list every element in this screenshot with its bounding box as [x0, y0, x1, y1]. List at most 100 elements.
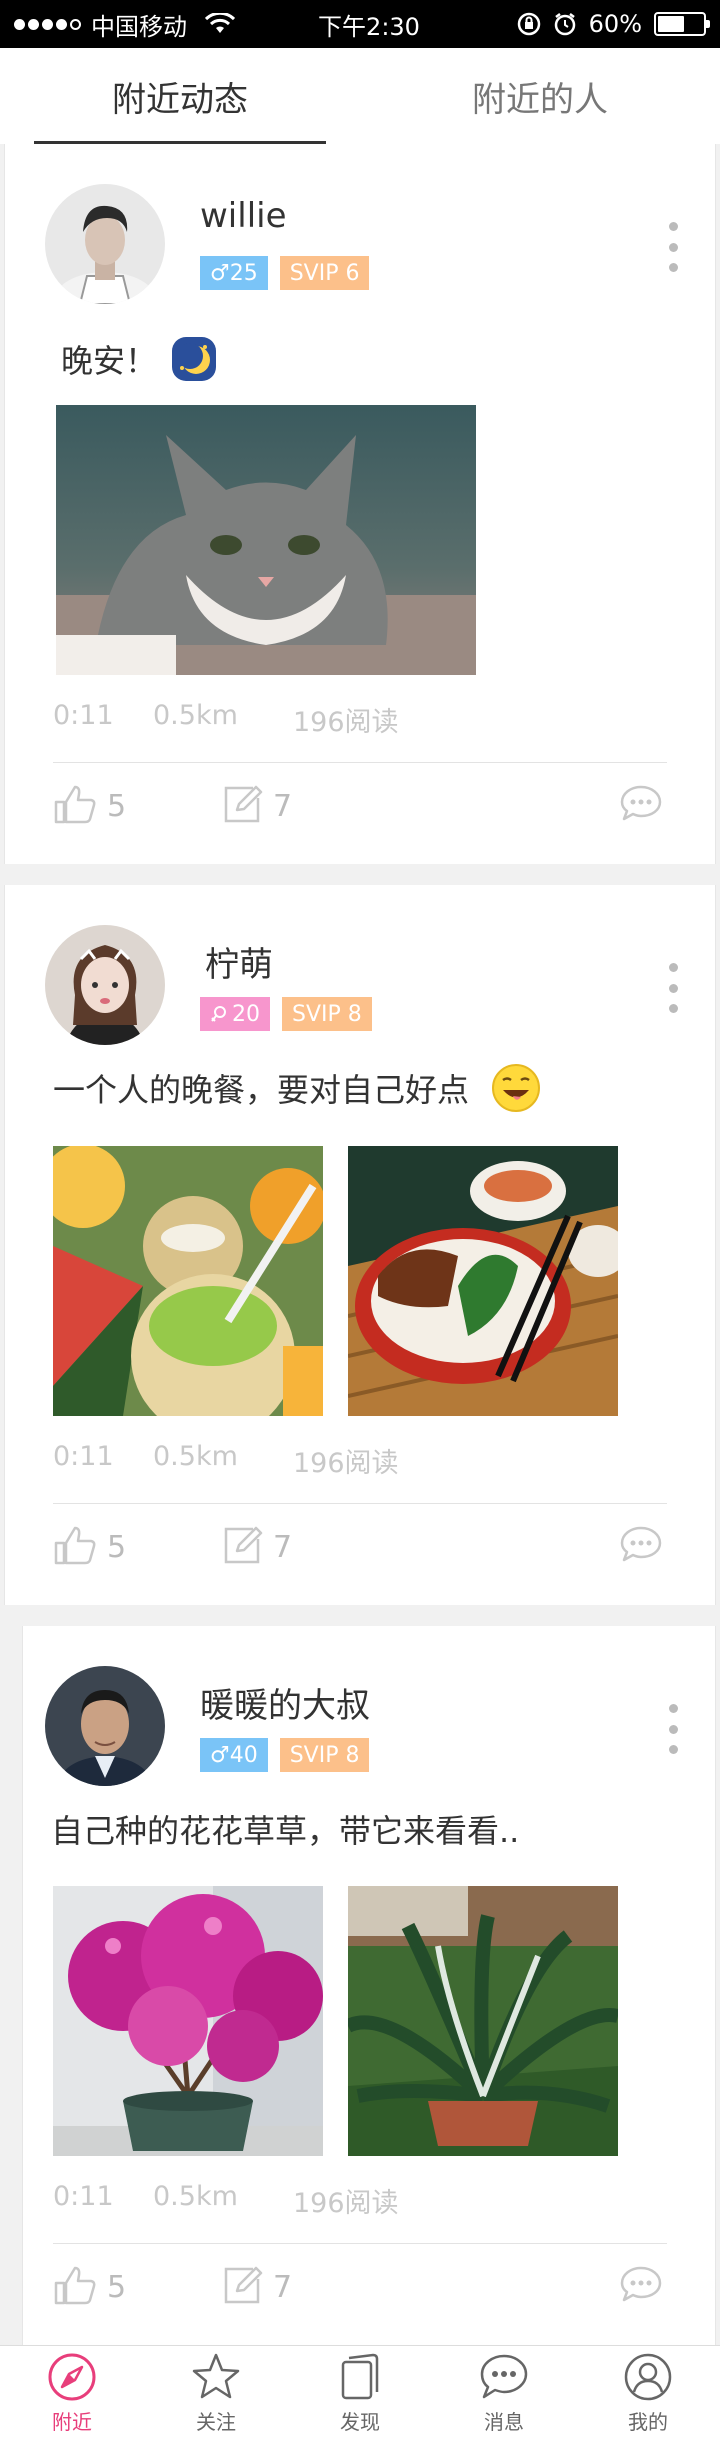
nav-messages[interactable]: 消息 [432, 2346, 576, 2441]
badges: ♂40 SVIP 8 [200, 1738, 370, 1772]
moon-emoji-icon [172, 337, 217, 381]
post-distance: 0.5km [153, 700, 238, 731]
thumbs-up-icon [54, 785, 96, 824]
post-photo-melon-drink[interactable] [53, 1146, 323, 1416]
post-photo-plant[interactable] [348, 1886, 618, 2156]
bottom-nav: 附近 关注 发现 消息 我的 [0, 2345, 720, 2441]
chat-bubble-icon [620, 1526, 662, 1562]
compass-icon [48, 2353, 96, 2401]
chat-bubble-icon [620, 785, 662, 821]
nav-follow-label: 关注 [196, 2410, 236, 2434]
battery-icon [654, 12, 710, 36]
thumbs-up-icon [54, 1526, 96, 1565]
post-time: 0:11 [53, 1441, 114, 1472]
more-options-icon[interactable] [661, 963, 685, 1013]
star-icon [192, 2353, 240, 2399]
message-button[interactable] [619, 2265, 663, 2305]
alarm-icon [554, 13, 575, 36]
post-photo-flowers[interactable] [53, 1886, 323, 2156]
like-button[interactable]: 5 [53, 2265, 126, 2305]
like-count: 5 [107, 2270, 127, 2305]
post-actions: 5 7 [53, 784, 673, 834]
comment-button[interactable]: 7 [223, 2265, 292, 2305]
nav-nearby-label: 附近 [52, 2410, 92, 2434]
post-reads: 196阅读 [293, 707, 399, 738]
post-photo-cat[interactable] [56, 405, 476, 675]
post-card[interactable]: 柠萌 20 SVIP 8 一个人的晚餐，要对自己好点 0:11 0.5km 19… [4, 885, 716, 1605]
rotation-lock-icon [517, 12, 540, 36]
post-actions: 5 7 [53, 2265, 673, 2315]
comment-count: 7 [273, 1530, 293, 1565]
female-icon [211, 1006, 226, 1022]
more-options-icon[interactable] [661, 222, 685, 272]
post-distance: 0.5km [153, 2181, 238, 2212]
svip-badge: SVIP 8 [282, 997, 372, 1031]
thumbs-up-icon [54, 2266, 96, 2305]
chat-icon [480, 2354, 528, 2399]
nav-nearby[interactable]: 附近 [0, 2346, 144, 2441]
tab-nearby-people[interactable]: 附近的人 [360, 48, 720, 144]
edit-icon [224, 785, 263, 823]
comment-button[interactable]: 7 [223, 1525, 292, 1565]
username[interactable]: willie [200, 196, 287, 236]
status-bar: 中国移动 下午2:30 60% [0, 0, 720, 48]
status-right: 60% [454, 10, 710, 38]
post-meta: 0:11 0.5km 196阅读 [53, 700, 399, 739]
gender-age-badge: 20 [200, 997, 270, 1031]
carrier-name: 中国移动 [91, 12, 187, 41]
top-tabs: 附近动态 附近的人 [0, 48, 720, 144]
post-text: 晚安！ [61, 342, 158, 380]
avatar[interactable] [45, 925, 165, 1045]
like-button[interactable]: 5 [53, 1525, 126, 1565]
comment-button[interactable]: 7 [223, 784, 292, 824]
tab-nearby-posts[interactable]: 附近动态 [0, 48, 360, 144]
profile-icon [624, 2353, 672, 2401]
nav-me-label: 我的 [628, 2410, 668, 2434]
divider [53, 762, 667, 763]
post-meta: 0:11 0.5km 196阅读 [53, 1441, 399, 1480]
gender-age-value: 20 [232, 1001, 260, 1027]
post-actions: 5 7 [53, 1525, 673, 1575]
username[interactable]: 柠萌 [205, 937, 273, 986]
signal-strength-icon [14, 18, 81, 30]
wifi-icon [205, 13, 235, 33]
like-count: 5 [107, 789, 127, 824]
nav-discover-label: 发现 [340, 2410, 380, 2434]
nav-discover[interactable]: 发现 [288, 2346, 432, 2441]
message-button[interactable] [619, 784, 663, 824]
post-text: 一个人的晚餐，要对自己好点 [53, 1071, 470, 1109]
comment-count: 7 [273, 789, 293, 824]
post-reads: 196阅读 [293, 1448, 399, 1479]
nav-me[interactable]: 我的 [576, 2346, 720, 2441]
username[interactable]: 暖暖的大叔 [200, 1678, 370, 1727]
message-button[interactable] [619, 1525, 663, 1565]
post-card[interactable]: 暖暖的大叔 ♂40 SVIP 8 自己种的花花草草，带它来看看.. 0:11 0… [22, 1626, 716, 2345]
badges: 20 SVIP 8 [200, 997, 372, 1031]
battery-percent: 60% [588, 10, 642, 38]
like-button[interactable]: 5 [53, 784, 126, 824]
svip-badge: SVIP 8 [279, 1738, 370, 1772]
comment-count: 7 [273, 2270, 293, 2305]
nav-messages-label: 消息 [484, 2410, 524, 2434]
cards-icon [341, 2353, 379, 2400]
chat-bubble-icon [620, 2266, 662, 2302]
edit-icon [224, 1526, 263, 1564]
post-card[interactable]: willie ♂25 SVIP 6 晚安！ 0:11 0.5km 196阅读 5… [4, 144, 716, 864]
nav-follow[interactable]: 关注 [144, 2346, 288, 2441]
post-text-row: 晚安！ [61, 336, 217, 382]
avatar[interactable] [45, 1666, 165, 1786]
post-text-row: 一个人的晚餐，要对自己好点 [53, 1063, 541, 1113]
like-count: 5 [107, 1530, 127, 1565]
post-time: 0:11 [53, 700, 114, 731]
divider [53, 2243, 667, 2244]
divider [53, 1503, 667, 1504]
post-text: 自己种的花花草草，带它来看看.. [51, 1812, 520, 1850]
post-time: 0:11 [53, 2181, 114, 2212]
post-photo-dinner[interactable] [348, 1146, 618, 1416]
gender-age-badge: ♂40 [200, 1738, 268, 1772]
smile-emoji-icon [492, 1064, 541, 1112]
gender-age-badge: ♂25 [200, 256, 268, 290]
avatar[interactable] [45, 184, 165, 304]
post-distance: 0.5km [153, 1441, 238, 1472]
more-options-icon[interactable] [661, 1704, 685, 1754]
